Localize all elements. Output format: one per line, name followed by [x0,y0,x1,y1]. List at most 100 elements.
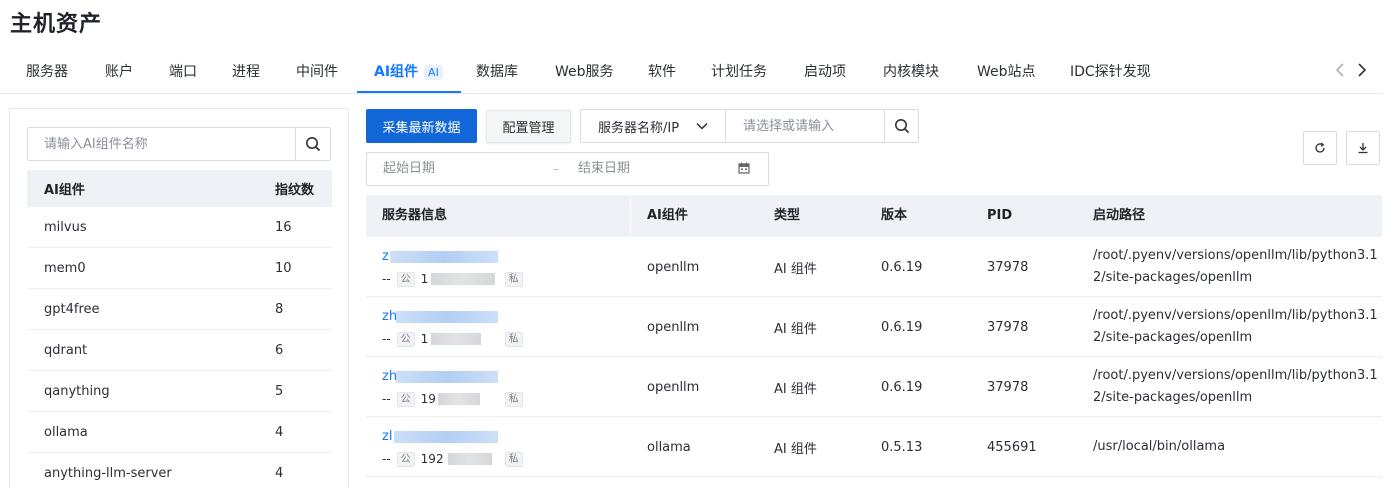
type-cell: AI 组件 [774,441,817,457]
ai-component-table: 服务器信息 AI组件 类型 版本 PID 启动路径 z -- 公 1 私 ope… [366,195,1382,477]
ai-component-panel: AI组件 指纹数 milvus 16 mem0 10 gpt4free 8 qdran… [9,108,349,488]
table-row[interactable]: zl -- 公 192 0 私 ollama AI 组件 0.5.13 4556… [366,417,1382,477]
calendar-icon[interactable] [738,162,750,174]
component-cell: openllm [647,319,700,335]
tab-ai-components[interactable]: AI组件 AI [374,52,443,92]
filter-field-select[interactable]: 服务器名称/IP [581,110,726,142]
pid-cell: 37978 [987,259,1029,275]
tab-accounts[interactable]: 账户 [105,52,133,92]
path-cell: /root/.pyenv/versions/openllm/lib/python… [1093,237,1383,297]
fingerprint-count: 4 [275,424,284,440]
column-header-start-path[interactable]: 启动路径 [1093,195,1145,237]
component-name: mem0 [44,260,86,276]
list-item[interactable]: qanything 5 [27,371,332,412]
version-cell: 0.5.13 [881,439,923,455]
list-item[interactable]: ollama 4 [27,412,332,453]
server-name-link[interactable]: z [382,249,498,265]
component-search-button[interactable] [295,128,330,160]
column-header-type[interactable]: 类型 [774,195,800,237]
server-prefix: -- [382,272,391,286]
tab-databases[interactable]: 数据库 [476,52,518,92]
header-divider [630,195,631,237]
search-icon [894,119,909,134]
tab-middleware[interactable]: 中间件 [296,52,338,92]
type-cell: AI 组件 [774,321,817,337]
tab-kernel-modules[interactable]: 内核模块 [883,52,939,92]
path-cell: /root/.pyenv/versions/openllm/lib/python… [1093,357,1383,417]
column-header-pid[interactable]: PID [987,195,1012,237]
redacted-mask [396,371,498,383]
component-search-input[interactable] [28,128,296,160]
tab-processes[interactable]: 进程 [232,52,260,92]
redacted-mask [430,273,495,285]
chevron-left-icon[interactable] [1330,62,1350,82]
filter-value-input[interactable] [727,110,885,142]
table-row[interactable]: zh -- 公 1 20 私 openllm AI 组件 0.6.19 3797… [366,297,1382,357]
chevron-down-icon [696,122,708,130]
column-header-component[interactable]: AI组件 [647,195,688,237]
path-text: /root/.pyenv/versions/openllm/lib/python… [1093,308,1378,345]
download-button[interactable] [1346,131,1380,165]
search-icon [306,137,321,152]
private-ip-tag: 私 [504,451,523,467]
tab-scheduled-tasks[interactable]: 计划任务 [711,52,767,92]
fingerprint-count: 8 [275,301,284,317]
collect-latest-data-button[interactable]: 采集最新数据 [366,109,477,143]
version-cell: 0.6.19 [881,259,923,275]
refresh-icon [1315,142,1325,153]
public-ip-tag: 公 [396,331,415,347]
ai-badge: AI [424,65,443,80]
public-ip-tag: 公 [396,391,415,407]
component-name: qdrant [44,342,88,358]
server-prefix: -- [382,392,391,406]
end-date-field[interactable]: 结束日期 [578,153,630,185]
date-range-picker: 起始日期 结束日期 [366,152,769,186]
pid-cell: 37978 [987,319,1029,335]
redacted-mask [394,431,498,443]
refresh-button[interactable] [1303,131,1337,165]
ip-address: 192 0 [421,451,499,467]
start-date-field[interactable]: 起始日期 [383,153,435,185]
tab-servers[interactable]: 服务器 [26,52,68,92]
column-header-version[interactable]: 版本 [881,195,907,237]
ip-address: 1 20 [421,331,499,347]
column-header-fingerprint-count[interactable]: 指纹数 [275,179,332,198]
active-tab-indicator [357,91,461,93]
version-cell: 0.6.19 [881,379,923,395]
column-header-component[interactable]: AI组件 [27,179,275,198]
server-meta: -- 公 19 20 私 [382,390,529,408]
redacted-mask [437,393,480,405]
server-name-link[interactable]: zl [382,429,498,445]
tab-startup-items[interactable]: 启动项 [804,52,846,92]
component-table-header: AI组件 指纹数 [27,170,332,207]
server-name-link[interactable]: zh [382,309,498,325]
type-cell: AI 组件 [774,261,817,277]
path-cell: /root/.pyenv/versions/openllm/lib/python… [1093,297,1383,357]
public-ip-tag: 公 [396,271,415,287]
tab-idc-probe[interactable]: IDC探针发现 [1070,52,1151,92]
tab-web-services[interactable]: Web服务 [555,52,614,92]
server-prefix: -- [382,332,391,346]
download-icon [1358,143,1368,154]
table-row[interactable]: zh -- 公 19 20 私 openllm AI 组件 0.6.19 379… [366,357,1382,417]
list-item[interactable]: anything-llm-server 4 [27,453,332,488]
private-ip-tag: 私 [504,391,523,407]
list-item[interactable]: qdrant 6 [27,330,332,371]
redacted-mask [396,311,498,323]
config-management-button[interactable]: 配置管理 [486,110,571,143]
chevron-right-icon[interactable] [1352,62,1372,82]
list-item[interactable]: gpt4free 8 [27,289,332,330]
tab-software[interactable]: 软件 [648,52,676,92]
column-header-server[interactable]: 服务器信息 [382,195,447,237]
table-row[interactable]: z -- 公 1 私 openllm AI 组件 0.6.19 37978 /r… [366,237,1382,297]
fingerprint-count: 16 [275,219,292,235]
ip-address: 19 20 [421,391,499,407]
filter-search-button[interactable] [884,110,918,142]
component-search [27,127,331,161]
list-item[interactable]: milvus 16 [27,207,332,248]
tab-web-sites[interactable]: Web站点 [977,52,1036,92]
list-item[interactable]: mem0 10 [27,248,332,289]
tab-ports[interactable]: 端口 [169,52,197,92]
type-cell: AI 组件 [774,381,817,397]
server-name-link[interactable]: zh [382,369,498,385]
